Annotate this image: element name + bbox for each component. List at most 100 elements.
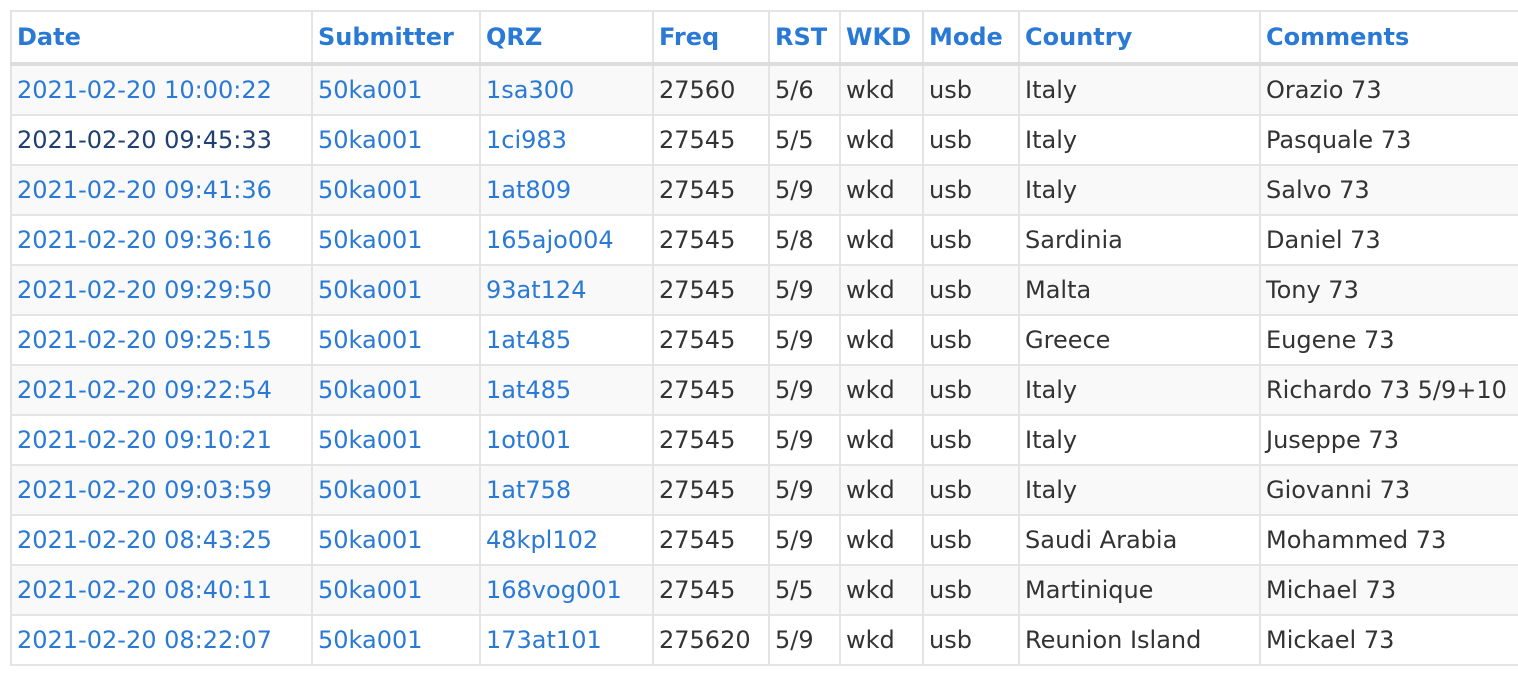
country-cell: Italy <box>1018 364 1261 416</box>
rst-cell: 5/9 <box>768 414 841 466</box>
freq-cell: 27545 <box>652 564 770 616</box>
column-header-date[interactable]: Date <box>10 10 313 66</box>
wkd-cell: wkd <box>839 63 924 116</box>
country-cell: Italy <box>1018 114 1261 166</box>
table-row: 2021-02-20 10:00:22 50ka001 1sa300 27560 5/6… <box>10 63 1518 116</box>
wkd-cell: wkd <box>839 164 924 216</box>
column-header-rst[interactable]: RST <box>768 10 841 66</box>
log-table: Date Submitter QRZ Freq RST WKD Mode Cou… <box>10 10 1518 666</box>
submitter-link[interactable]: 50ka001 <box>311 614 481 666</box>
freq-cell: 27545 <box>652 364 770 416</box>
freq-cell: 27545 <box>652 264 770 316</box>
comments-cell: Pasquale 73 <box>1259 114 1518 166</box>
table-row: 2021-02-20 08:22:07 50ka001 173at101 275620… <box>10 614 1518 666</box>
submitter-link[interactable]: 50ka001 <box>311 464 481 516</box>
qrz-link[interactable]: 1at485 <box>479 314 654 366</box>
rst-cell: 5/9 <box>768 514 841 566</box>
comments-cell: Juseppe 73 <box>1259 414 1518 466</box>
column-header-comments[interactable]: Comments <box>1259 10 1518 66</box>
date-link[interactable]: 2021-02-20 08:43:25 <box>10 514 313 566</box>
submitter-link[interactable]: 50ka001 <box>311 314 481 366</box>
date-link[interactable]: 2021-02-20 09:25:15 <box>10 314 313 366</box>
date-link[interactable]: 2021-02-20 09:36:16 <box>10 214 313 266</box>
country-cell: Italy <box>1018 164 1261 216</box>
qrz-link[interactable]: 1at809 <box>479 164 654 216</box>
date-link[interactable]: 2021-02-20 09:22:54 <box>10 364 313 416</box>
comments-cell: Orazio 73 <box>1259 63 1518 116</box>
country-cell: Italy <box>1018 414 1261 466</box>
date-link[interactable]: 2021-02-20 09:45:33 <box>10 114 313 166</box>
qrz-link[interactable]: 168vog001 <box>479 564 654 616</box>
qrz-link[interactable]: 1at758 <box>479 464 654 516</box>
comments-cell: Eugene 73 <box>1259 314 1518 366</box>
rst-cell: 5/8 <box>768 214 841 266</box>
column-header-freq[interactable]: Freq <box>652 10 770 66</box>
qrz-link[interactable]: 173at101 <box>479 614 654 666</box>
date-link[interactable]: 2021-02-20 09:10:21 <box>10 414 313 466</box>
wkd-cell: wkd <box>839 464 924 516</box>
submitter-link[interactable]: 50ka001 <box>311 564 481 616</box>
mode-cell: usb <box>922 63 1020 116</box>
submitter-link[interactable]: 50ka001 <box>311 63 481 116</box>
mode-cell: usb <box>922 164 1020 216</box>
rst-cell: 5/5 <box>768 564 841 616</box>
freq-cell: 27545 <box>652 214 770 266</box>
date-link[interactable]: 2021-02-20 10:00:22 <box>10 63 313 116</box>
table-row: 2021-02-20 08:43:25 50ka001 48kpl102 27545 5… <box>10 514 1518 566</box>
rst-cell: 5/9 <box>768 464 841 516</box>
column-header-wkd[interactable]: WKD <box>839 10 924 66</box>
qrz-link[interactable]: 93at124 <box>479 264 654 316</box>
rst-cell: 5/9 <box>768 164 841 216</box>
qrz-link[interactable]: 1ot001 <box>479 414 654 466</box>
qrz-link[interactable]: 165ajo004 <box>479 214 654 266</box>
mode-cell: usb <box>922 114 1020 166</box>
qrz-link[interactable]: 1sa300 <box>479 63 654 116</box>
freq-cell: 27545 <box>652 464 770 516</box>
country-cell: Greece <box>1018 314 1261 366</box>
column-header-submitter[interactable]: Submitter <box>311 10 481 66</box>
rst-cell: 5/9 <box>768 314 841 366</box>
table-row: 2021-02-20 09:22:54 50ka001 1at485 27545 5/9… <box>10 364 1518 416</box>
submitter-link[interactable]: 50ka001 <box>311 514 481 566</box>
wkd-cell: wkd <box>839 264 924 316</box>
submitter-link[interactable]: 50ka001 <box>311 264 481 316</box>
column-header-qrz[interactable]: QRZ <box>479 10 654 66</box>
freq-cell: 27545 <box>652 314 770 366</box>
table-row: 2021-02-20 09:45:33 50ka001 1ci983 27545 5/5… <box>10 114 1518 166</box>
freq-cell: 27545 <box>652 164 770 216</box>
submitter-link[interactable]: 50ka001 <box>311 214 481 266</box>
column-header-country[interactable]: Country <box>1018 10 1261 66</box>
country-cell: Saudi Arabia <box>1018 514 1261 566</box>
submitter-link[interactable]: 50ka001 <box>311 414 481 466</box>
rst-cell: 5/9 <box>768 264 841 316</box>
freq-cell: 27560 <box>652 63 770 116</box>
mode-cell: usb <box>922 264 1020 316</box>
country-cell: Italy <box>1018 63 1261 116</box>
mode-cell: usb <box>922 464 1020 516</box>
comments-cell: Michael 73 <box>1259 564 1518 616</box>
date-link[interactable]: 2021-02-20 09:41:36 <box>10 164 313 216</box>
date-link[interactable]: 2021-02-20 09:29:50 <box>10 264 313 316</box>
comments-cell: Richardo 73 5/9+10 <box>1259 364 1518 416</box>
date-link[interactable]: 2021-02-20 08:40:11 <box>10 564 313 616</box>
date-link[interactable]: 2021-02-20 09:03:59 <box>10 464 313 516</box>
country-cell: Italy <box>1018 464 1261 516</box>
submitter-link[interactable]: 50ka001 <box>311 164 481 216</box>
qrz-link[interactable]: 1ci983 <box>479 114 654 166</box>
mode-cell: usb <box>922 314 1020 366</box>
submitter-link[interactable]: 50ka001 <box>311 364 481 416</box>
table-row: 2021-02-20 09:29:50 50ka001 93at124 27545 5/… <box>10 264 1518 316</box>
header-row: Date Submitter QRZ Freq RST WKD Mode Cou… <box>10 10 1518 66</box>
mode-cell: usb <box>922 614 1020 666</box>
date-link[interactable]: 2021-02-20 08:22:07 <box>10 614 313 666</box>
mode-cell: usb <box>922 214 1020 266</box>
submitter-link[interactable]: 50ka001 <box>311 114 481 166</box>
column-header-mode[interactable]: Mode <box>922 10 1020 66</box>
qrz-link[interactable]: 48kpl102 <box>479 514 654 566</box>
wkd-cell: wkd <box>839 514 924 566</box>
qrz-link[interactable]: 1at485 <box>479 364 654 416</box>
country-cell: Martinique <box>1018 564 1261 616</box>
wkd-cell: wkd <box>839 614 924 666</box>
table-row: 2021-02-20 09:25:15 50ka001 1at485 27545 5/9… <box>10 314 1518 366</box>
wkd-cell: wkd <box>839 564 924 616</box>
